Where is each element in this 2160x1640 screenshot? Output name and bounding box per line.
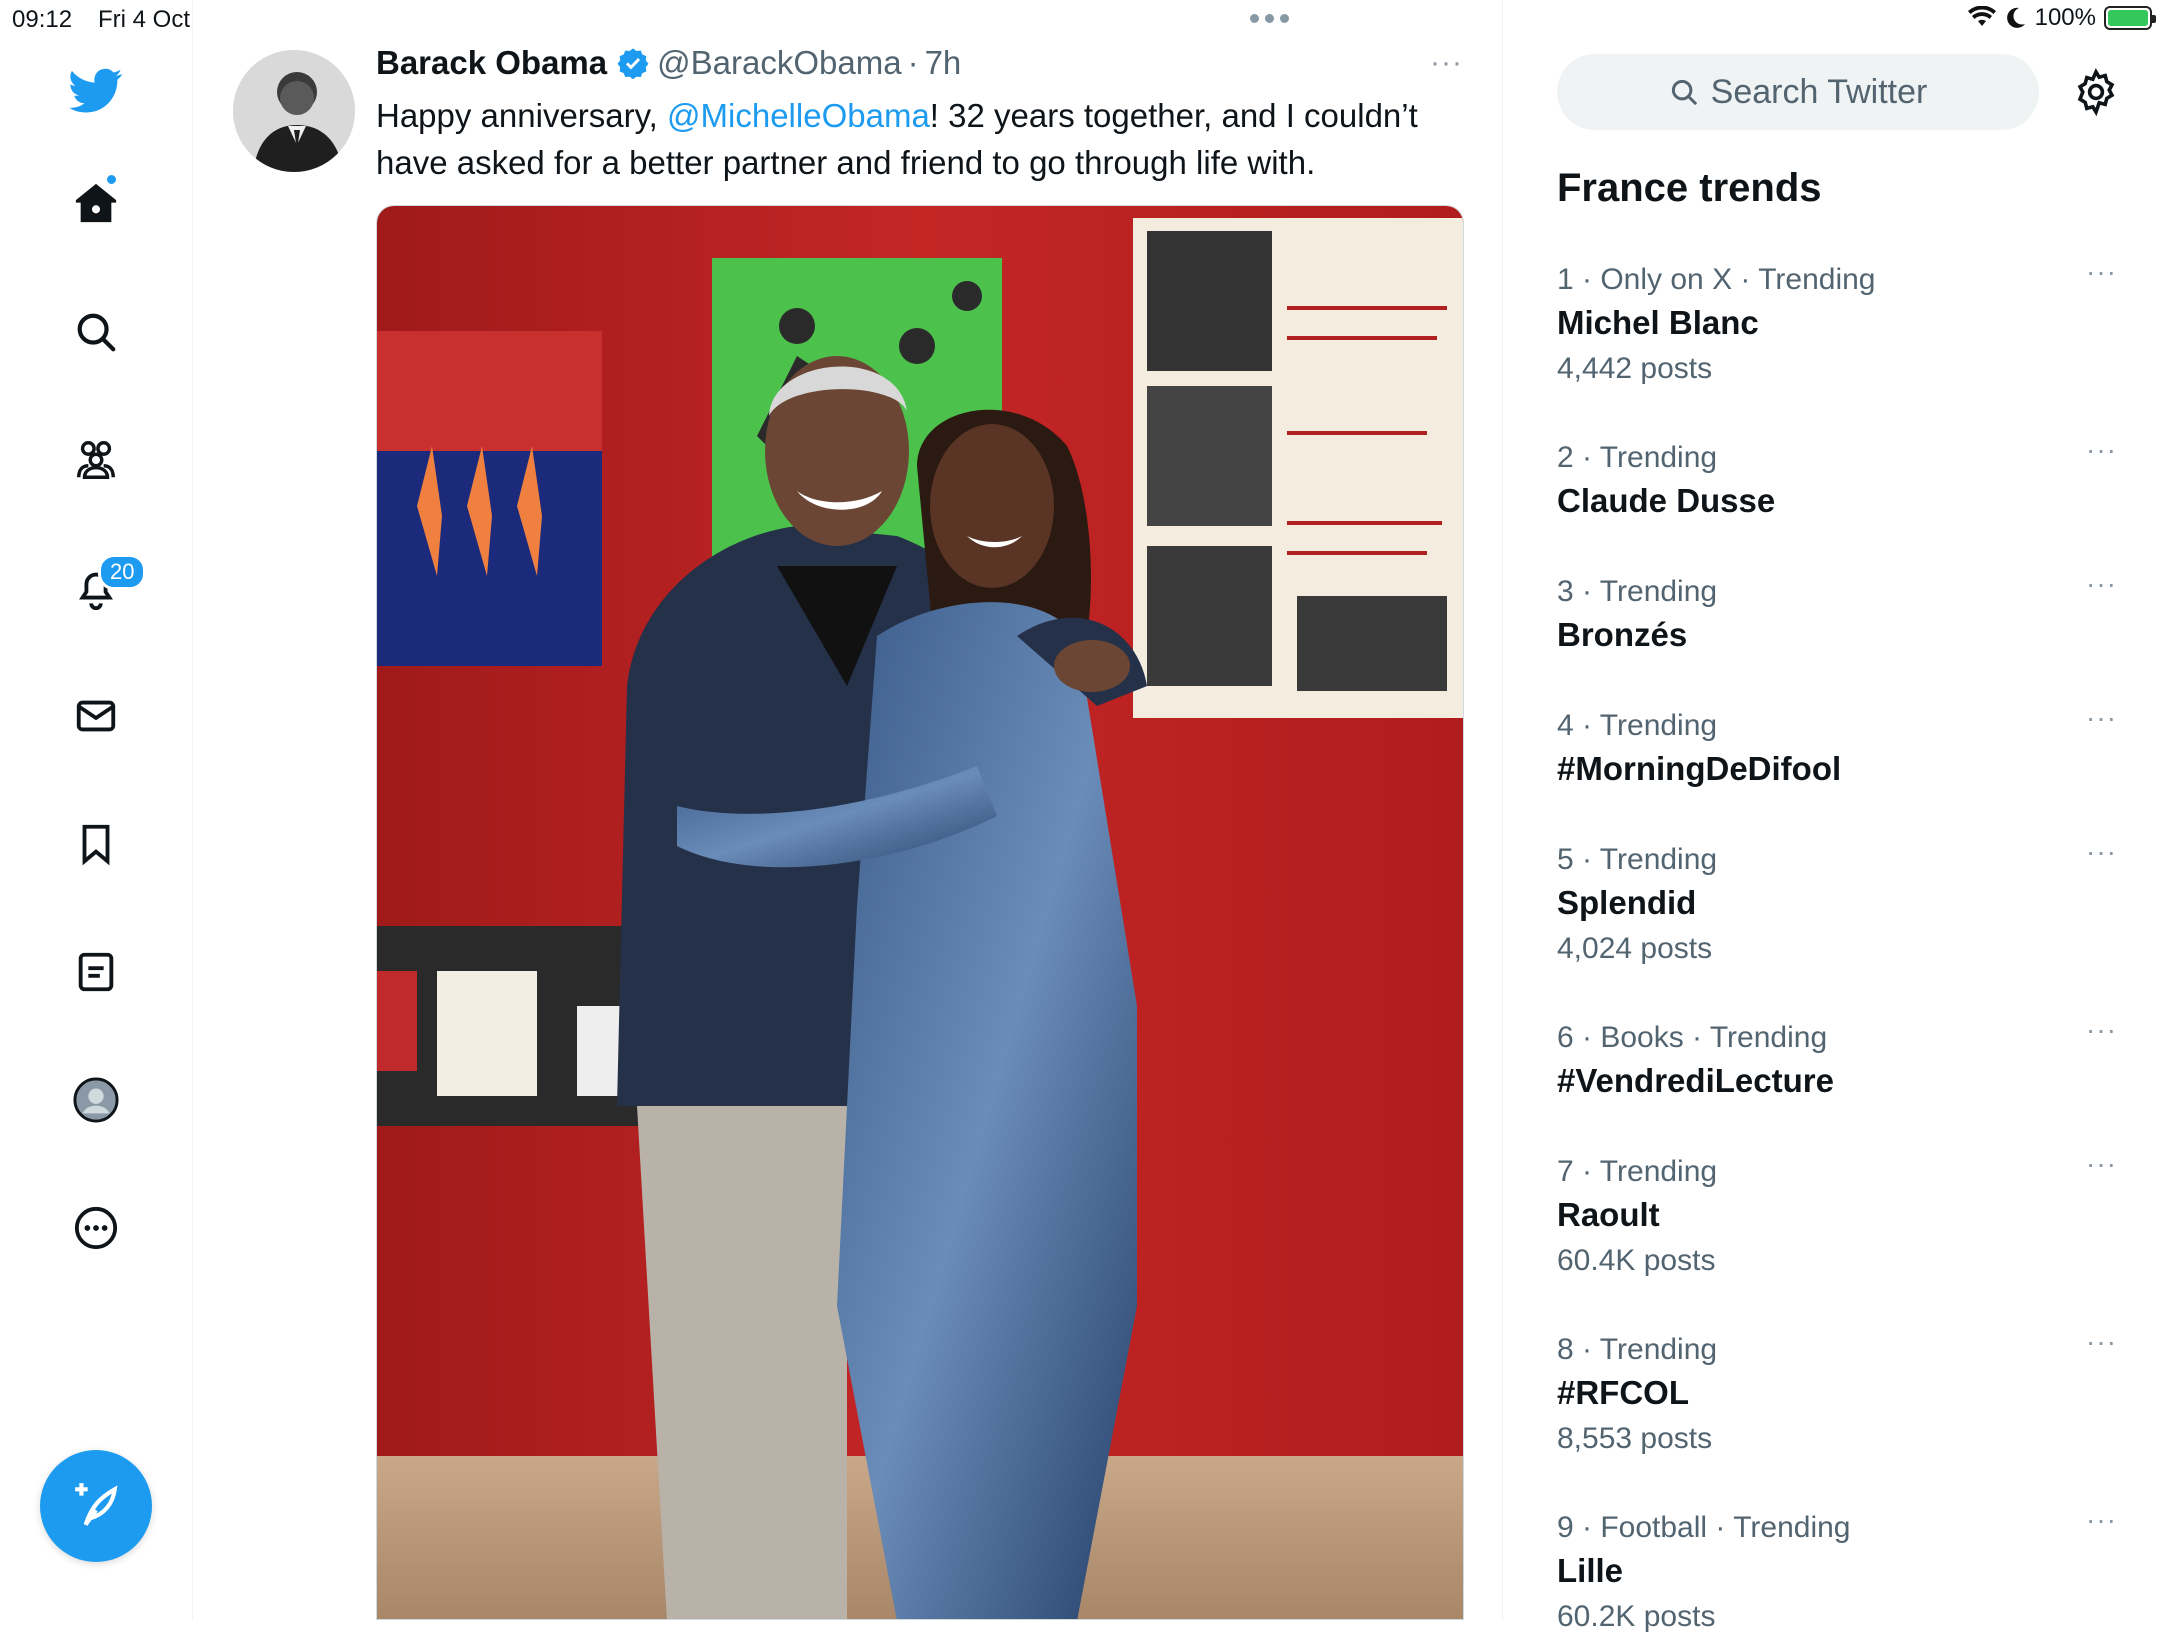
left-navigation: 20 <box>0 0 193 1620</box>
trend-meta: 4 · Trending <box>1557 709 1718 742</box>
trend-name: Bronzés <box>1557 616 1688 653</box>
lists-icon[interactable] <box>66 942 126 1002</box>
bookmarks-icon[interactable] <box>66 814 126 874</box>
trend-more-button[interactable]: ··· <box>2086 568 2117 600</box>
trend-meta: 1 · Only on X · Trending <box>1557 263 1876 296</box>
trend-more-button[interactable]: ··· <box>2086 702 2117 734</box>
search-icon[interactable] <box>66 302 126 362</box>
battery-icon <box>2104 6 2156 30</box>
tweet-time[interactable]: 7h <box>925 44 962 82</box>
trend-more-button[interactable]: ··· <box>2086 1504 2117 1536</box>
do-not-disturb-moon-icon <box>2006 7 2025 28</box>
status-indicators: 100% <box>1967 4 2156 32</box>
compose-button[interactable] <box>40 1450 152 1562</box>
trend-item[interactable]: 7 · Trending Raoult 60.4K posts ··· <box>1557 1148 2117 1284</box>
trend-more-button[interactable]: ··· <box>2086 1326 2117 1358</box>
communities-icon[interactable] <box>66 430 126 490</box>
wifi-icon <box>1967 6 1996 26</box>
tweet-column: Barack Obama @BarackObama · 7h ··· Happy… <box>193 0 1503 1620</box>
trend-meta: 9 · Football · Trending <box>1557 1511 1851 1544</box>
notifications-badge: 20 <box>98 554 147 590</box>
trend-name: #RFCOL <box>1557 1374 1689 1411</box>
trend-meta: 5 · Trending <box>1557 843 1718 876</box>
trend-posts: 60.4K posts <box>1557 1244 1716 1277</box>
trend-item[interactable]: 8 · Trending #RFCOL 8,553 posts ··· <box>1557 1326 2117 1462</box>
tweet-header: Barack Obama @BarackObama · 7h <box>376 44 961 82</box>
settings-gear-icon[interactable] <box>2072 68 2120 116</box>
mention-link[interactable]: @MichelleObama <box>667 97 930 134</box>
tweet-more-button[interactable]: ··· <box>1430 46 1463 80</box>
trend-item[interactable]: 2 · Trending Claude Dusse ··· <box>1557 434 2117 524</box>
trend-name: #MorningDeDifool <box>1557 750 1842 787</box>
trend-name: Claude Dusse <box>1557 482 1776 519</box>
tweet-text: Happy anniversary, @MichelleObama! 32 ye… <box>376 92 1456 186</box>
trend-item[interactable]: 6 · Books · Trending #VendrediLecture ··… <box>1557 1014 2117 1104</box>
trend-name: Michel Blanc <box>1557 304 1759 341</box>
trend-name: Splendid <box>1557 884 1697 921</box>
trend-name: Lille <box>1557 1552 1624 1589</box>
messages-icon[interactable] <box>66 686 126 746</box>
home-new-dot <box>105 173 118 186</box>
trend-meta: 3 · Trending <box>1557 575 1718 608</box>
more-icon[interactable] <box>66 1198 126 1258</box>
trend-more-button[interactable]: ··· <box>2086 1014 2117 1046</box>
author-name[interactable]: Barack Obama <box>376 44 607 82</box>
trend-posts: 4,024 posts <box>1557 932 1713 965</box>
trend-more-button[interactable]: ··· <box>2086 434 2117 466</box>
trends-title: France trends <box>1557 166 1822 210</box>
trend-meta: 8 · Trending <box>1557 1333 1718 1366</box>
battery-percent: 100% <box>2034 4 2096 31</box>
meta-separator: · <box>907 44 919 81</box>
trend-more-button[interactable]: ··· <box>2086 836 2117 868</box>
twitter-logo-icon[interactable] <box>66 60 126 120</box>
search-placeholder: Search Twitter <box>1710 72 1928 111</box>
trend-meta: 6 · Books · Trending <box>1557 1021 1828 1054</box>
trend-item[interactable]: 9 · Football · Trending Lille 60.2K post… <box>1557 1504 2117 1640</box>
trend-item[interactable]: 3 · Trending Bronzés ··· <box>1557 568 2117 658</box>
trend-meta: 2 · Trending <box>1557 441 1718 474</box>
trend-more-button[interactable]: ··· <box>2086 256 2117 288</box>
trend-posts: 4,442 posts <box>1557 352 1713 385</box>
tweet-text-start: Happy anniversary, <box>376 97 668 134</box>
verified-badge-icon <box>617 48 649 79</box>
author-avatar[interactable] <box>233 50 355 172</box>
trend-item[interactable]: 1 · Only on X · Trending Michel Blanc 4,… <box>1557 256 2117 392</box>
trend-name: Raoult <box>1557 1196 1660 1233</box>
profile-icon[interactable] <box>66 1070 126 1130</box>
trend-item[interactable]: 5 · Trending Splendid 4,024 posts ··· <box>1557 836 2117 972</box>
author-handle[interactable]: @BarackObama <box>657 44 901 82</box>
trend-posts: 60.2K posts <box>1557 1600 1716 1633</box>
trend-posts: 8,553 posts <box>1557 1422 1713 1455</box>
trend-more-button[interactable]: ··· <box>2086 1148 2117 1180</box>
tweet-photo[interactable] <box>376 205 1464 1620</box>
trend-meta: 7 · Trending <box>1557 1155 1718 1188</box>
search-input[interactable]: Search Twitter <box>1557 54 2039 130</box>
multitasking-handle[interactable] <box>1250 8 1296 28</box>
trend-item[interactable]: 4 · Trending #MorningDeDifool ··· <box>1557 702 2117 792</box>
compose-icon <box>75 1483 118 1526</box>
search-icon <box>1671 79 1697 105</box>
trend-name: #VendrediLecture <box>1557 1062 1834 1099</box>
